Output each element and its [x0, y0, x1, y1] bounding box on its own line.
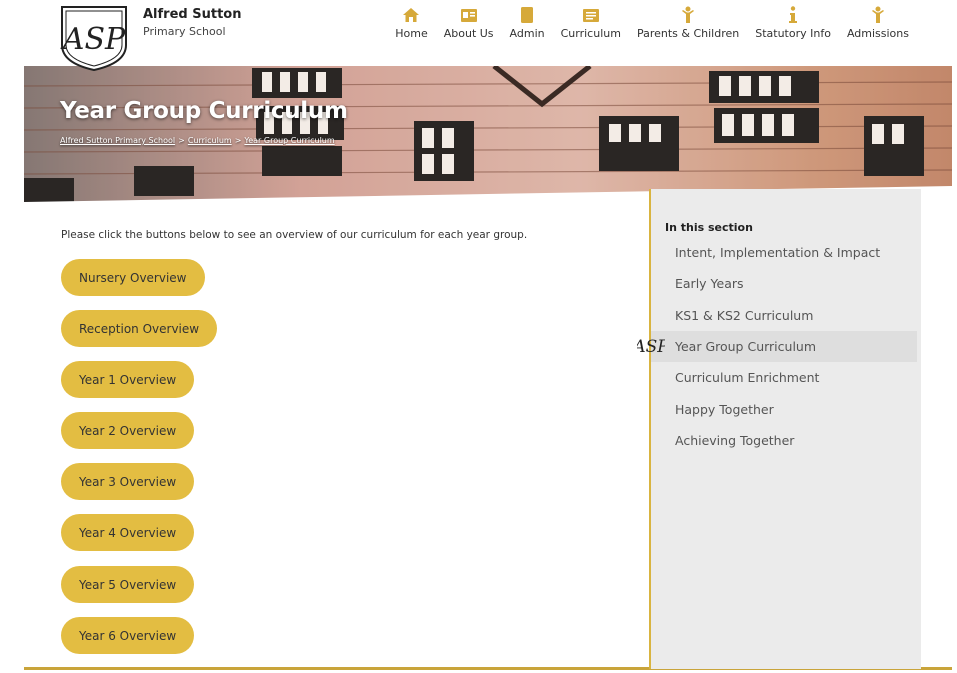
- year-2-overview-button[interactable]: Year 2 Overview: [61, 412, 195, 449]
- sidebar-item-year-group[interactable]: Year Group Curriculum: [651, 331, 917, 362]
- nav-label-admissions: Admissions: [846, 27, 909, 40]
- banner-illustration: [24, 66, 952, 202]
- section-sidebar: In this section Intent, Implementation &…: [649, 189, 921, 669]
- nav-label-statutory-info: Statutory Info: [755, 27, 831, 40]
- year-5-overview-button[interactable]: Year 5 Overview: [61, 566, 195, 603]
- id-card-icon: [459, 6, 479, 24]
- nav-admissions[interactable]: Admissions: [839, 6, 917, 40]
- sidebar-item-early-years[interactable]: Early Years: [651, 268, 917, 299]
- nav-statutory-info[interactable]: Statutory Info: [747, 6, 839, 40]
- nav-label-curriculum: Curriculum: [560, 27, 621, 40]
- year-1-overview-button[interactable]: Year 1 Overview: [61, 361, 195, 398]
- sidebar-item-enrichment[interactable]: Curriculum Enrichment: [651, 362, 917, 393]
- svg-text:ASP: ASP: [60, 22, 126, 57]
- breadcrumb-link-curriculum[interactable]: Curriculum: [188, 136, 232, 145]
- nav-curriculum[interactable]: Curriculum: [553, 6, 629, 40]
- year-3-overview-button[interactable]: Year 3 Overview: [61, 463, 195, 500]
- sidebar-item-happy-together[interactable]: Happy Together: [651, 394, 917, 425]
- nav-label-home: Home: [395, 27, 428, 40]
- hero-banner: Year Group Curriculum Alfred Sutton Prim…: [24, 66, 952, 202]
- nursery-overview-button[interactable]: Nursery Overview: [61, 259, 205, 296]
- home-icon: [401, 6, 421, 24]
- school-name: Alfred Sutton: [143, 7, 242, 22]
- year-4-overview-button[interactable]: Year 4 Overview: [61, 514, 195, 551]
- nav-label-about-us: About Us: [443, 27, 494, 40]
- nav-home[interactable]: Home: [387, 6, 435, 40]
- sidebar-item-achieving-together[interactable]: Achieving Together: [651, 425, 917, 456]
- year-6-overview-button[interactable]: Year 6 Overview: [61, 617, 195, 654]
- site-header: ASP Alfred Sutton Primary School Home Ab…: [0, 0, 957, 72]
- school-logo[interactable]: ASP: [60, 5, 128, 72]
- nav-label-admin: Admin: [509, 27, 545, 40]
- sidebar-item-ks1-ks2[interactable]: KS1 & KS2 Curriculum: [651, 300, 917, 331]
- page-title: Year Group Curriculum: [60, 98, 348, 124]
- breadcrumb-link-current[interactable]: Year Group Curriculum: [244, 136, 334, 145]
- svg-text:ASP: ASP: [637, 337, 665, 357]
- nav-label-parents-children: Parents & Children: [636, 27, 740, 40]
- breadcrumb-link-home[interactable]: Alfred Sutton Primary School: [60, 136, 175, 145]
- child-icon: [678, 6, 698, 24]
- main-nav: Home About Us Admin Curriculum Parents &…: [387, 6, 917, 40]
- school-subtitle: Primary School: [143, 25, 226, 38]
- person-icon: [868, 6, 888, 24]
- book-icon: [581, 6, 601, 24]
- nav-admin[interactable]: Admin: [502, 6, 553, 40]
- nav-about-us[interactable]: About Us: [436, 6, 502, 40]
- info-icon: [783, 6, 803, 24]
- reception-overview-button[interactable]: Reception Overview: [61, 310, 218, 347]
- intro-text: Please click the buttons below to see an…: [61, 229, 528, 241]
- breadcrumb: Alfred Sutton Primary School > Curriculum >…: [60, 136, 335, 145]
- sidebar-heading: In this section: [665, 221, 753, 234]
- active-item-logo-icon: ASP: [631, 333, 669, 361]
- nav-parents-children[interactable]: Parents & Children: [629, 6, 747, 40]
- clipboard-icon: [517, 6, 537, 24]
- sidebar-item-intent[interactable]: Intent, Implementation & Impact: [651, 237, 917, 268]
